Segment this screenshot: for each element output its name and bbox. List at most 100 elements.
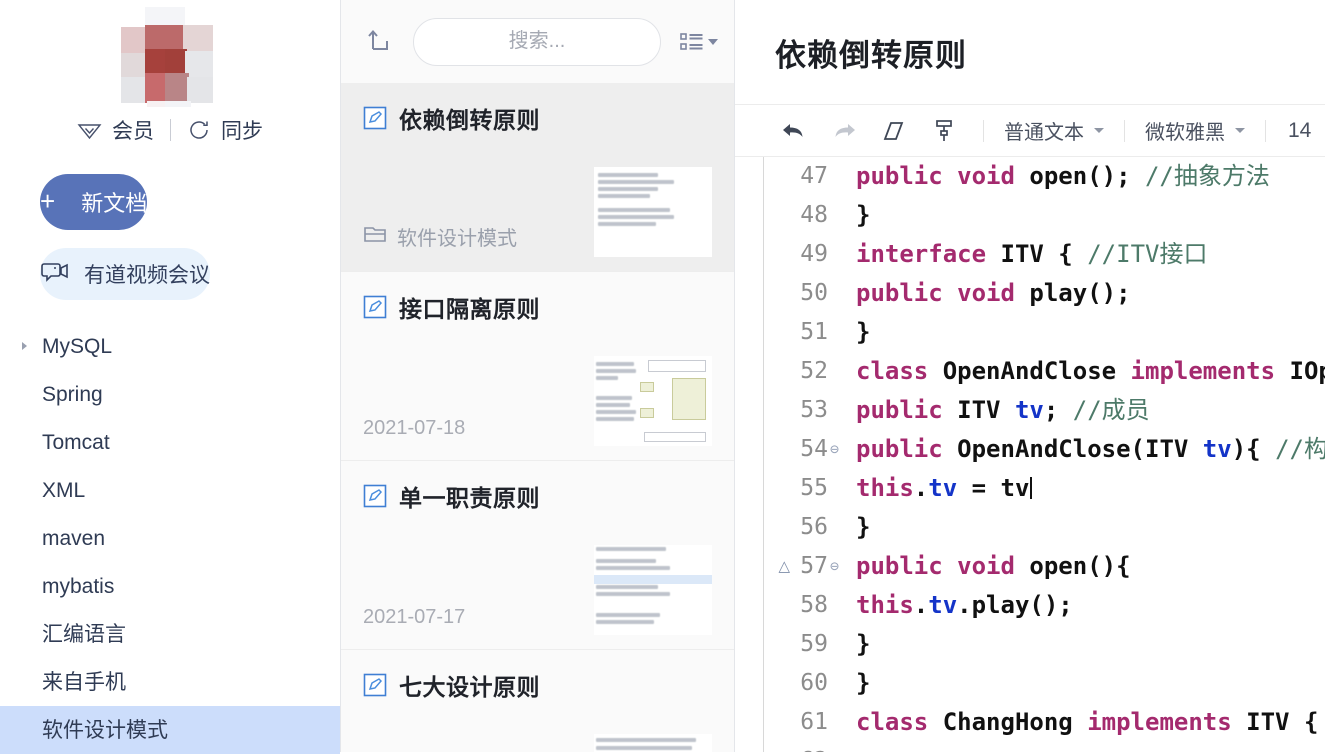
code-line-text[interactable]: } [848, 625, 1325, 664]
code-line-text[interactable]: public void play(); [848, 274, 1325, 313]
code-line-text[interactable]: interface ITV { //ITV接口 [848, 235, 1325, 274]
code-token: OpenAndClose [943, 357, 1131, 385]
code-line: 54⊖public OpenAndClose(ITV tv){ //构造器 [764, 430, 1325, 469]
code-token: public void [856, 552, 1029, 580]
code-line-text[interactable]: class OpenAndClose implements IOpenAndCl… [848, 352, 1325, 391]
sidebar-item-0[interactable]: MySQL [0, 322, 340, 370]
sidebar-item-7[interactable]: 来自手机 [0, 658, 340, 706]
code-line: 47 public void open(); //抽象方法 [764, 157, 1325, 196]
code-block: 46interface IOpenAndClose {47public void… [763, 157, 1325, 752]
fold-toggle-icon[interactable]: ⊖ [830, 430, 848, 469]
document-list-item[interactable]: 接口隔离原则2021-07-18 [341, 272, 734, 461]
code-line-text[interactable]: this.tv.play(); [848, 586, 1325, 625]
note-doc-icon [363, 484, 387, 508]
font-family-select[interactable]: 微软雅黑 [1139, 116, 1251, 145]
font-size-value[interactable]: 14 [1280, 119, 1319, 143]
code-token: public [856, 435, 957, 463]
sidebar-item-label: mybatis [42, 576, 114, 597]
chevron-down-icon [708, 39, 718, 45]
code-line-text[interactable]: } [848, 664, 1325, 703]
code-line: 51} [764, 313, 1325, 352]
document-date: 2021-07-17 [363, 606, 465, 629]
fold-toggle-icon[interactable]: ⊖ [830, 547, 848, 586]
redo-icon[interactable] [819, 105, 869, 157]
document-list-item[interactable]: 七大设计原则 [341, 650, 734, 752]
chevron-down-icon [1235, 128, 1245, 133]
line-number: 50 [790, 274, 830, 313]
new-document-button[interactable]: + 新文档 [40, 174, 147, 230]
search-box[interactable] [413, 18, 661, 66]
code-line-text[interactable]: } [848, 313, 1325, 352]
sidebar: 会员 同步 + 新文档 有道视频会议 MySQLSpringTomcatX [0, 0, 341, 752]
avatar[interactable] [121, 7, 219, 107]
document-title: 七大设计原则 [399, 668, 540, 702]
sidebar-item-8[interactable]: 软件设计模式 [0, 706, 340, 754]
code-editor-content[interactable]: 46interface IOpenAndClose {47public void… [735, 157, 1325, 752]
line-number: 47 [790, 157, 830, 196]
code-token: //ITV接口 [1087, 240, 1207, 268]
paragraph-style-value: 普通文本 [1004, 116, 1084, 145]
format-painter-icon[interactable] [919, 105, 969, 157]
paragraph-style-select[interactable]: 普通文本 [998, 116, 1110, 145]
code-token: //成员 [1073, 396, 1150, 424]
code-token: open [1029, 552, 1087, 580]
document-title-row: 依赖倒转原则 [363, 101, 712, 135]
code-token: OpenAndClose [957, 435, 1130, 463]
code-line: 55this.tv = tv [764, 469, 1325, 508]
note-doc-icon [363, 673, 387, 697]
sidebar-item-3[interactable]: XML [0, 466, 340, 514]
sidebar-item-4[interactable]: maven [0, 514, 340, 562]
document-list-item[interactable]: 依赖倒转原则软件设计模式 [341, 83, 734, 272]
line-number: 54 [790, 430, 830, 469]
video-meeting-button[interactable]: 有道视频会议 [40, 248, 210, 300]
gutter-marker[interactable]: △ [764, 547, 790, 586]
code-token: } [856, 318, 870, 346]
member-button[interactable]: 会员 [61, 115, 170, 145]
code-line: 58this.tv.play(); [764, 586, 1325, 625]
code-line: 52 class OpenAndClose implements IOpenAnd… [764, 352, 1325, 391]
sidebar-item-label: 软件设计模式 [42, 720, 168, 741]
text-cursor [1030, 477, 1032, 499]
arrow-up-folder-icon[interactable] [363, 23, 395, 60]
code-line-text[interactable]: } [848, 196, 1325, 235]
document-header: 依赖倒转原则 [735, 0, 1325, 104]
code-line-text[interactable]: this.tv = tv [848, 469, 1325, 508]
code-token: (); [1087, 279, 1130, 307]
new-document-label: 新文档 [81, 186, 147, 218]
divider [1265, 120, 1266, 142]
code-line-text[interactable]: public void open(); //抽象方法 [848, 157, 1325, 196]
document-list-item[interactable]: 单一职责原则2021-07-17 [341, 461, 734, 650]
line-number: 59 [790, 625, 830, 664]
line-number: 52 [790, 352, 830, 391]
account-status-row: 会员 同步 [0, 108, 340, 152]
document-date: 2021-07-18 [363, 417, 465, 440]
sync-button[interactable]: 同步 [171, 115, 279, 145]
sidebar-item-label: MySQL [42, 336, 112, 357]
document-thumbnail [594, 356, 712, 446]
plus-icon: + [40, 188, 55, 214]
code-line-text[interactable]: public void open(){ [848, 547, 1325, 586]
code-line-text[interactable]: public ITV tv; //成员 [848, 391, 1325, 430]
code-line-text[interactable]: } [848, 508, 1325, 547]
sidebar-item-6[interactable]: 汇编语言 [0, 610, 340, 658]
video-camera-icon [40, 259, 70, 289]
code-line-text[interactable]: class ChangHong implements ITV { [848, 703, 1325, 742]
avatar-container [0, 0, 340, 108]
code-token: tv [1203, 435, 1232, 463]
sidebar-item-1[interactable]: Spring [0, 370, 340, 418]
sidebar-item-5[interactable]: mybatis [0, 562, 340, 610]
search-input[interactable] [414, 30, 660, 53]
list-view-icon[interactable] [679, 29, 720, 55]
code-line-text[interactable]: public OpenAndClose(ITV tv){ //构造器 [848, 430, 1325, 469]
note-doc-icon [363, 106, 387, 130]
eraser-icon[interactable] [869, 105, 919, 157]
sidebar-item-2[interactable]: Tomcat [0, 418, 340, 466]
undo-icon[interactable] [769, 105, 819, 157]
code-line: 56} [764, 508, 1325, 547]
chevron-right-icon[interactable] [22, 342, 27, 350]
document-meta: 软件设计模式 [363, 222, 517, 257]
code-token: class [856, 357, 943, 385]
line-number: 53 [790, 391, 830, 430]
page-title[interactable]: 依赖倒转原则 [775, 30, 967, 75]
code-token: tv [928, 474, 957, 502]
